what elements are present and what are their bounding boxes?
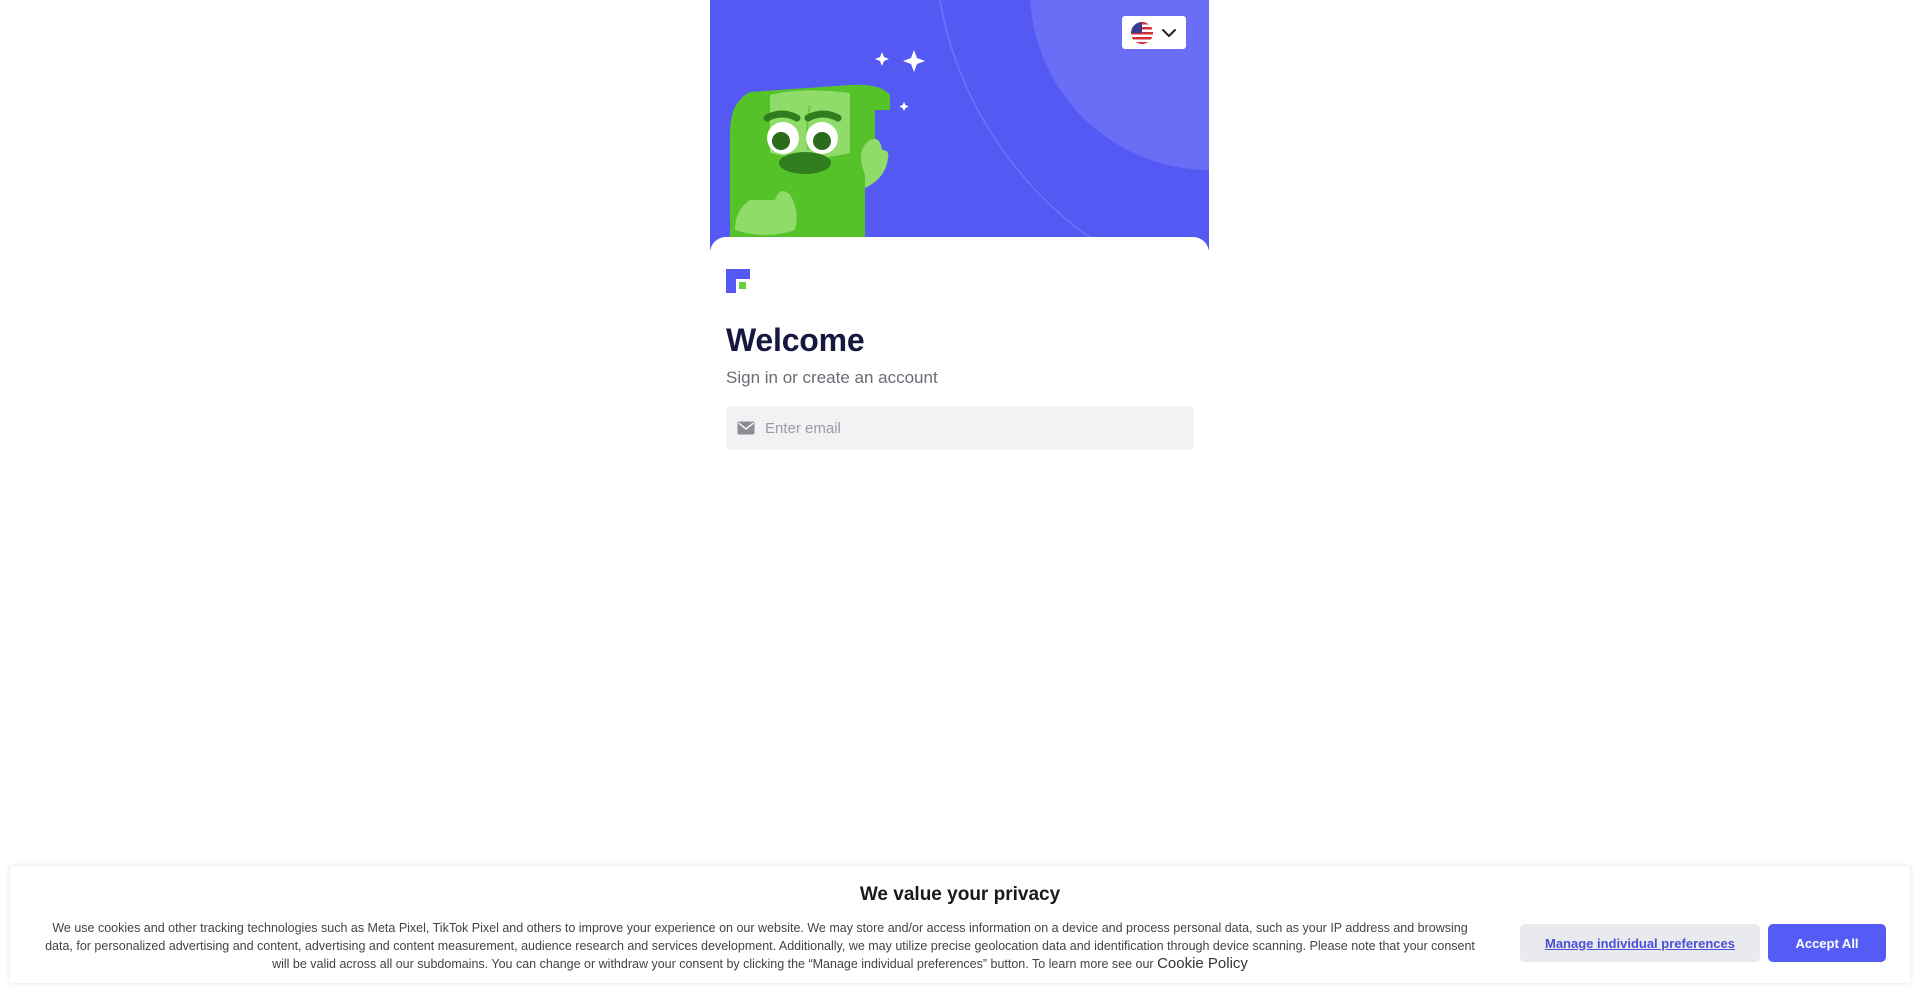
cookie-text: We use cookies and other tracking techno… (40, 920, 1480, 974)
language-selector[interactable] (1122, 16, 1186, 49)
us-flag-icon (1131, 21, 1153, 44)
accept-all-button[interactable]: Accept All (1768, 924, 1886, 962)
page-title: Welcome (726, 322, 865, 358)
email-field[interactable] (726, 406, 1194, 450)
email-input[interactable] (765, 419, 1165, 437)
cookie-policy-link[interactable]: Cookie Policy (1157, 955, 1248, 972)
chevron-down-icon (1162, 28, 1176, 37)
cookie-title: We value your privacy (859, 884, 1061, 905)
cookie-description: We use cookies and other tracking techno… (45, 921, 1475, 971)
page-subtitle: Sign in or create an account (726, 368, 938, 387)
mascot-illustration (730, 84, 890, 250)
signin-card: Welcome Sign in or create an account (710, 0, 1209, 993)
manage-preferences-button[interactable]: Manage individual preferences (1520, 924, 1760, 962)
signin-form: Welcome Sign in or create an account (710, 237, 1209, 537)
cookie-banner: We value your privacy We use cookies and… (10, 866, 1910, 983)
hero-banner (710, 0, 1209, 250)
brand-logo-icon (726, 269, 750, 293)
mail-icon (737, 421, 755, 435)
